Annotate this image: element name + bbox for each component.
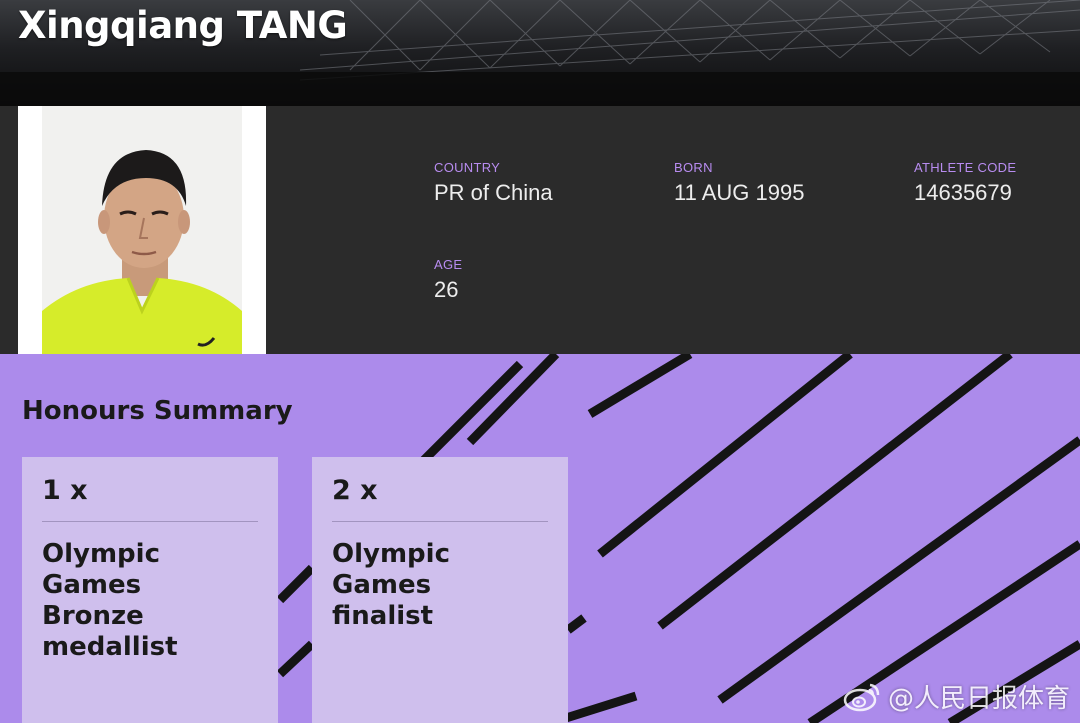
honours-section: Honours Summary 1 x Olympic Games Bronze… (0, 354, 1080, 723)
country-value: PR of China (434, 180, 553, 205)
profile-section: COUNTRY PR of China BORN 11 AUG 1995 ATH… (0, 106, 1080, 354)
honour-desc-line: Olympic (332, 539, 450, 569)
honour-desc-line: medallist (42, 632, 178, 662)
athlete-code-label: ATHLETE CODE (914, 160, 1017, 175)
age-value: 26 (434, 277, 459, 302)
athlete-photo (18, 106, 266, 354)
honour-card: 1 x Olympic Games Bronze medallist (22, 457, 278, 723)
honour-card: 2 x Olympic Games finalist (312, 457, 568, 723)
country-field: COUNTRY PR of China (434, 160, 553, 206)
honour-description: Olympic Games Bronze medallist (42, 539, 242, 663)
athlete-code-field: ATHLETE CODE 14635679 (914, 160, 1016, 206)
honour-desc-line: finalist (332, 601, 434, 631)
card-divider (332, 521, 548, 522)
athlete-name: Xingqiang TANG (18, 4, 348, 47)
watermark-text: @人民日报体育 (887, 684, 1070, 714)
honour-desc-line: Games (332, 570, 432, 600)
honour-desc-line: Games (42, 570, 142, 600)
country-label: COUNTRY (434, 160, 501, 175)
honour-count: 1 x (42, 475, 88, 506)
athlete-code-value: 14635679 (914, 180, 1012, 205)
honour-desc-line: Bronze (42, 601, 144, 631)
weibo-icon (843, 683, 880, 711)
honours-summary-title: Honours Summary (22, 396, 293, 426)
header-banner: Xingqiang TANG (0, 0, 1080, 106)
card-divider (42, 521, 258, 522)
born-label: BORN (674, 160, 713, 175)
born-value: 11 AUG 1995 (674, 180, 805, 205)
born-field: BORN 11 AUG 1995 (674, 160, 804, 206)
age-label: AGE (434, 257, 463, 272)
age-field: AGE 26 (434, 257, 462, 303)
watermark: @人民日报体育 (842, 678, 1070, 715)
honour-description: Olympic Games finalist (332, 539, 532, 632)
honour-desc-line: Olympic (42, 539, 160, 569)
honour-count: 2 x (332, 475, 378, 506)
